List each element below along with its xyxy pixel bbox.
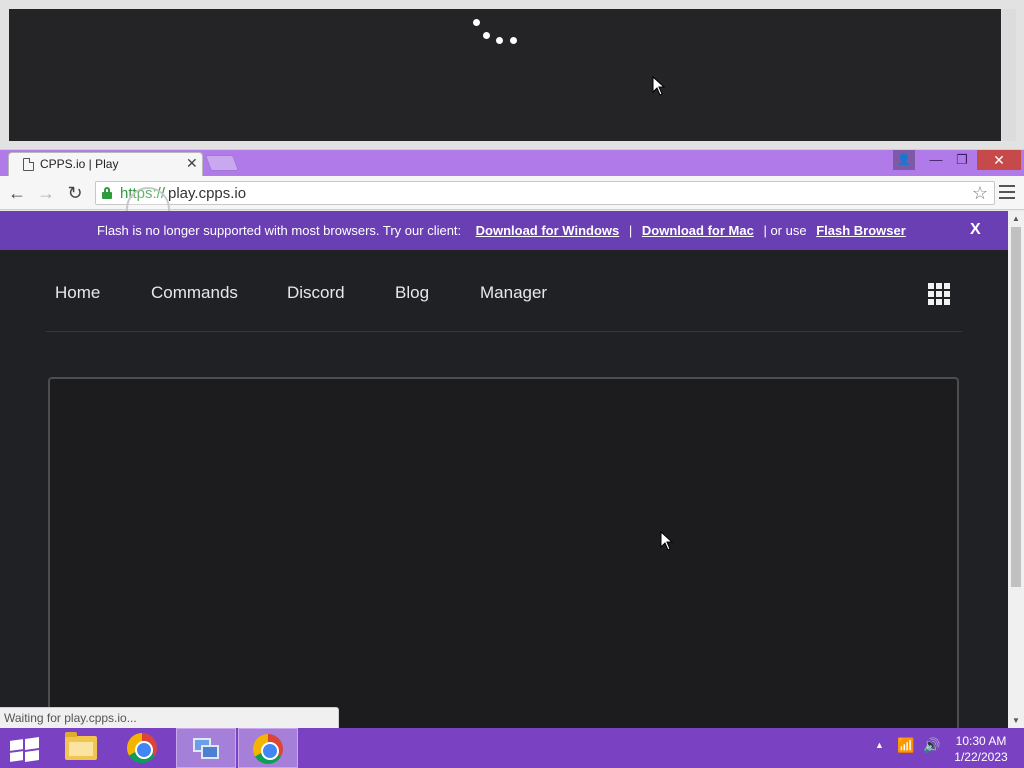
page-scrollbar[interactable]: ▲ ▼ [1008, 211, 1024, 728]
banner-close-button[interactable]: X [970, 221, 981, 239]
chrome-icon [127, 733, 157, 763]
user-profile-icon[interactable]: 👤 [893, 150, 915, 170]
taskbar-clock[interactable]: 10:30 AM 1/22/2023 [950, 733, 1012, 765]
site-navbar: Home Commands Discord Blog Manager [0, 250, 1008, 332]
nav-discord[interactable]: Discord [287, 283, 345, 303]
new-tab-button[interactable] [205, 155, 239, 171]
apps-grid-icon[interactable] [928, 283, 950, 305]
chrome-icon [253, 734, 283, 764]
screen: CPPS.io | Play ✕ 👤 — ❐ ✕ ← → ↻ https:// … [0, 0, 1024, 768]
flash-notice-banner: Flash is no longer supported with most b… [0, 211, 1008, 250]
nav-manager[interactable]: Manager [480, 283, 547, 303]
tab-cpps-play[interactable]: CPPS.io | Play ✕ [8, 152, 203, 176]
show-hidden-icons-icon[interactable]: ▲ [875, 740, 884, 750]
download-windows-link[interactable]: Download for Windows [476, 223, 620, 238]
forward-button[interactable]: → [35, 182, 57, 204]
download-mac-link[interactable]: Download for Mac [642, 223, 754, 238]
windows-start-icon[interactable] [6, 734, 42, 762]
clock-date: 1/22/2023 [954, 750, 1008, 764]
address-bar[interactable]: https:// play.cpps.io ☆ [95, 181, 995, 205]
page-icon [23, 158, 34, 171]
volume-icon[interactable]: 🔊 [923, 737, 940, 754]
lock-icon[interactable] [102, 187, 112, 199]
scrollbar-thumb[interactable] [1011, 227, 1021, 587]
nav-home[interactable]: Home [55, 283, 100, 303]
taskbar: ▲ 📶 🔊 10:30 AM 1/22/2023 [0, 728, 1024, 768]
background-window-scrollbar[interactable] [1002, 9, 1016, 141]
flash-browser-link[interactable]: Flash Browser [816, 223, 906, 238]
browser-toolbar: ← → ↻ https:// play.cpps.io ☆ [0, 176, 1024, 231]
loading-spinner-icon [471, 17, 531, 57]
scroll-down-icon[interactable]: ▼ [1012, 716, 1020, 725]
tab-title: CPPS.io | Play [40, 157, 119, 171]
background-window-viewport [9, 9, 1001, 141]
banner-message: Flash is no longer supported with most b… [97, 223, 462, 238]
folder-icon [65, 732, 97, 760]
background-window [0, 0, 1024, 150]
clock-time: 10:30 AM [955, 734, 1007, 748]
taskbar-chrome[interactable] [113, 728, 173, 768]
page-content: Flash is no longer supported with most b… [0, 211, 1008, 728]
browser-menu-icon[interactable] [999, 185, 1015, 199]
banner-or-use: | or use [763, 223, 807, 238]
scroll-up-icon[interactable]: ▲ [1012, 214, 1020, 223]
browser-window: CPPS.io | Play ✕ 👤 — ❐ ✕ ← → ↻ https:// … [0, 150, 1024, 728]
game-frame[interactable] [48, 377, 959, 728]
network-monitor-icon [191, 736, 221, 762]
close-window-button[interactable]: ✕ [977, 150, 1021, 170]
tab-strip: CPPS.io | Play ✕ 👤 — ❐ ✕ [0, 150, 1024, 176]
taskbar-network-app[interactable] [176, 728, 236, 768]
back-button[interactable]: ← [6, 182, 28, 204]
taskbar-chrome-active[interactable] [238, 728, 298, 768]
maximize-button[interactable]: ❐ [951, 150, 973, 170]
minimize-button[interactable]: — [925, 150, 947, 170]
taskbar-file-explorer[interactable] [51, 728, 111, 768]
banner-separator: | [628, 223, 633, 238]
nav-divider [46, 331, 962, 332]
nav-commands[interactable]: Commands [151, 283, 238, 303]
bookmark-star-icon[interactable]: ☆ [972, 183, 988, 204]
url-host: play.cpps.io [168, 185, 247, 202]
nav-blog[interactable]: Blog [395, 283, 429, 303]
tab-close-icon[interactable]: ✕ [186, 155, 198, 172]
network-icon[interactable]: 📶 [897, 737, 914, 754]
reload-button[interactable]: ↻ [64, 182, 86, 204]
status-bubble: Waiting for play.cpps.io... [0, 707, 339, 728]
